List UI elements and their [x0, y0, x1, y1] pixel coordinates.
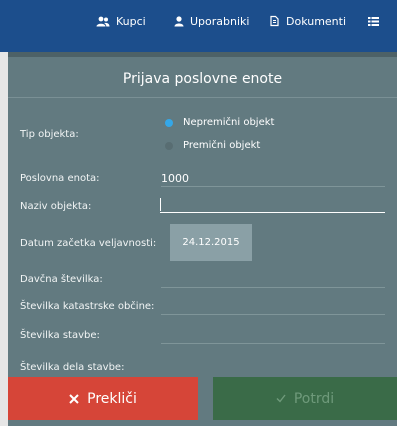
- nav-item-uporabniki[interactable]: Uporabniki: [174, 0, 249, 42]
- radio-unselected-icon: [165, 141, 173, 150]
- dialog: Prijava poslovne enote Tip objekta: Nepr…: [8, 52, 397, 426]
- radio-label: Nepremični objekt: [183, 117, 275, 128]
- list-icon: [368, 16, 379, 26]
- text-cursor: [160, 198, 161, 211]
- naziv-objekta-underline: [160, 212, 385, 213]
- nav-item-menu[interactable]: [368, 0, 385, 42]
- document-icon: [270, 15, 279, 27]
- katastrska-underline: [161, 314, 385, 315]
- top-navigation-bar: Kupci Uporabniki Dokumenti: [0, 0, 397, 52]
- radio-nepremicni[interactable]: Nepremični objekt: [165, 117, 274, 128]
- katastrska-label: Številka katastrske občine:: [20, 301, 155, 312]
- check-icon: [276, 394, 286, 403]
- katastrska-input[interactable]: [161, 299, 385, 313]
- dialog-title: Prijava poslovne enote: [122, 71, 283, 87]
- radio-premicni[interactable]: Premični objekt: [165, 140, 260, 151]
- poslovna-enota-input[interactable]: 1000: [161, 172, 189, 185]
- davcna-label: Davčna številka:: [20, 274, 103, 285]
- del-stavbe-input[interactable]: [161, 361, 385, 375]
- nav-label: Uporabniki: [190, 14, 250, 28]
- user-icon: [174, 15, 184, 26]
- date-picker-button[interactable]: 24.12.2015: [170, 224, 252, 261]
- cancel-button-label: Prekliči: [87, 390, 137, 407]
- confirm-button-label: Potrdi: [293, 390, 335, 407]
- nav-item-kupci[interactable]: Kupci: [96, 0, 146, 42]
- poslovna-enota-label: Poslovna enota:: [20, 173, 100, 184]
- del-stavbe-label: Številka dela stavbe:: [20, 362, 125, 373]
- dialog-header: Prijava poslovne enote: [8, 52, 397, 98]
- radio-selected-icon: [165, 118, 173, 127]
- tip-objekta-label: Tip objekta:: [20, 129, 79, 140]
- radio-label: Premični objekt: [183, 140, 261, 151]
- naziv-objekta-input[interactable]: [164, 199, 384, 212]
- naziv-objekta-label: Naziv objekta:: [20, 201, 92, 212]
- cancel-button[interactable]: Prekliči: [8, 377, 198, 420]
- stavba-input[interactable]: [161, 328, 385, 342]
- nav-label: Kupci: [116, 14, 146, 28]
- davcna-input[interactable]: [161, 272, 385, 286]
- stavba-label: Številka stavbe:: [20, 330, 100, 341]
- stavba-underline: [161, 343, 385, 344]
- confirm-button[interactable]: Potrdi: [213, 377, 397, 420]
- poslovna-enota-underline: [161, 186, 385, 187]
- close-icon: [69, 393, 79, 404]
- datum-label: Datum začetka veljavnosti:: [20, 238, 157, 249]
- davcna-underline: [161, 287, 385, 288]
- users-icon: [96, 16, 110, 26]
- nav-label: Dokumenti: [286, 14, 347, 28]
- nav-item-dokumenti[interactable]: Dokumenti: [269, 0, 346, 42]
- dialog-bottom-strip: [8, 420, 397, 426]
